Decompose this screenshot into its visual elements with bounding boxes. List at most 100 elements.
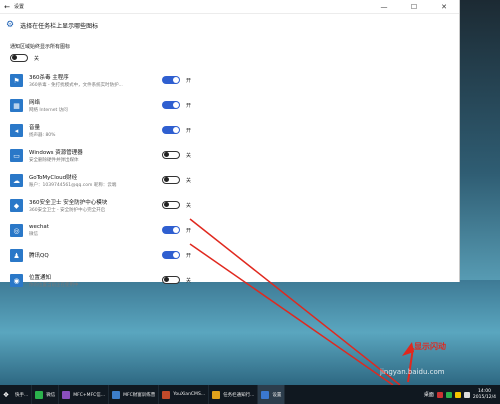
taskbar-left-item[interactable]: 快手... [12,385,33,404]
always-show-all-icons-toggle[interactable] [10,54,28,62]
taskbar-left-label: 快手... [15,392,29,398]
toggle-state-label: 关 [186,202,192,209]
taskbar-app-label: 微信 [46,392,56,398]
360-icon: ⚑ [10,74,23,87]
list-item: ◆ 360安全卫士 安全防护中心模块 360安全卫士 - 安全防护中心完全开启 … [10,193,240,218]
list-item: ☁ GoToMyCloud财经 账户：1039744561@qq.com 昵称：… [10,168,240,193]
app-description: 安全删除硬件并弹出媒体 [29,158,79,163]
always-show-all-icons-setting: 通知区域始终显示所有图标 关 [10,43,70,62]
taskbar-app-label: MFC财富训练营 [123,392,156,398]
gear-icon: ⚙ [6,20,15,30]
taskbar-app-button[interactable]: MFC+MFC信... [59,385,110,404]
app-description: 你的位置当前正在使用中 [29,283,79,288]
notification-icon-list: ⚑ 360杀毒 主程序 360杀毒 - 免打扰模式中，文件系统实时防护... 开… [10,68,240,293]
taskbar-app-icon [62,390,71,399]
taskbar-app-button[interactable]: 设置 [258,385,286,404]
taskbar-app-button[interactable]: 微信 [32,385,60,404]
toggle-state-label: 开 [186,77,192,84]
tray-360-icon[interactable] [436,391,443,398]
page-header: ⚙ 选择在任务栏上显示哪些图标 [0,14,459,36]
list-item: ◎ wechat 微信 开 [10,218,240,243]
tray-qq-icon[interactable] [454,391,461,398]
app-description: 账户：1039744561@qq.com 昵称：云端 [29,183,117,188]
desktop-label[interactable]: 桌面 [424,391,434,398]
app-name: GoToMyCloud财经 [29,175,78,181]
icon-visibility-toggle[interactable] [162,76,180,84]
toggle-state-label: 开 [186,102,192,109]
qq-icon: ♟ [10,249,23,262]
icon-visibility-toggle[interactable] [162,126,180,134]
wechat-icon: ◎ [10,224,23,237]
app-description: 360杀毒 - 免打扰模式中，文件系统实时防护... [29,83,123,88]
list-item: ⚑ 360杀毒 主程序 360杀毒 - 免打扰模式中，文件系统实时防护... 开 [10,68,240,93]
taskbar-app-icon [162,390,171,399]
toggle-state-label: 关 [34,55,40,62]
icon-visibility-toggle[interactable] [162,151,180,159]
toggle-state-label: 开 [186,127,192,134]
tray-wechat-icon[interactable] [445,391,452,398]
icon-visibility-toggle[interactable] [162,226,180,234]
taskbar-app-button[interactable]: YouXianCMS... [159,385,210,404]
clock-date: 2015/12/4 [472,394,496,400]
taskbar-app-label: YouXianCMS... [173,392,206,397]
usb-icon: ▭ [10,149,23,162]
cloud-icon: ☁ [10,174,23,187]
icon-visibility-toggle[interactable] [162,176,180,184]
toggle-state-label: 关 [186,277,192,284]
app-name: 360安全卫士 安全防护中心模块 [29,200,108,206]
annotation-text: 显示闪动 [414,342,446,351]
location-icon: ◉ [10,274,23,287]
taskbar-app-label: 任务栏通知行... [223,392,255,398]
list-item: ♟ 腾讯QQ 开 [10,243,240,268]
list-item: ◂ 音量 扬声器: 80% 开 [10,118,240,143]
list-item: ▭ Windows 资源管理器 安全删除硬件并弹出媒体 关 [10,143,240,168]
taskbar-app-icon [212,390,221,399]
app-description: 扬声器: 80% [29,133,56,138]
taskbar-app-button[interactable]: MFC财富训练营 [109,385,160,404]
toggle-state-label: 开 [186,252,192,259]
app-description: 微信 [29,232,38,237]
app-name: 音量 [29,125,41,131]
app-name: 网络 [29,100,41,106]
clock[interactable]: 14:00 2015/12/4 [473,389,496,401]
app-name: wechat [29,224,49,230]
minimize-button[interactable]: — [369,3,399,11]
shield-icon: ◆ [10,199,23,212]
toggle-state-label: 关 [186,152,192,159]
settings-window: ← 设置 — ☐ ✕ ⚙ 选择在任务栏上显示哪些图标 通知区域始终显示所有图标 … [0,0,460,288]
taskbar: ❖ 快手... 微信 MFC+MFC信... MFC财富训练营 YouXianCMS.… [0,385,500,404]
app-description: 网络 Internet 访问 [29,108,68,113]
watermark: jingyan.baidu.com [380,368,445,376]
app-name: 360杀毒 主程序 [29,75,69,81]
app-name: Windows 资源管理器 [29,150,83,156]
toggle-state-label: 开 [186,227,192,234]
volume-icon: ◂ [10,124,23,137]
app-name: 腾讯QQ [29,253,49,259]
taskbar-app-label: MFC+MFC信... [73,392,106,398]
app-description: 360安全卫士 - 安全防护中心完全开启 [29,208,106,213]
taskbar-app-icon [261,390,270,399]
taskbar-app-label: 设置 [272,392,282,398]
taskbar-app-button[interactable]: 任务栏通知行... [209,385,259,404]
icon-visibility-toggle[interactable] [162,276,180,284]
start-icon[interactable]: ❖ [0,385,12,404]
close-button[interactable]: ✕ [429,3,459,11]
tray-volume-icon[interactable] [463,391,470,398]
toggle-state-label: 关 [186,177,192,184]
page-title: 选择在任务栏上显示哪些图标 [20,22,99,30]
window-title: 设置 [14,4,25,10]
maximize-button[interactable]: ☐ [399,3,429,11]
app-name: 位置通知 [29,275,52,281]
list-item: ◉ 位置通知 你的位置当前正在使用中 关 [10,268,240,293]
taskbar-app-icon [35,390,44,399]
icon-visibility-toggle[interactable] [162,251,180,259]
back-icon[interactable]: ← [0,3,14,11]
titlebar: ← 设置 — ☐ ✕ [0,0,459,14]
always-show-all-icons-label: 通知区域始终显示所有图标 [10,44,71,50]
icon-visibility-toggle[interactable] [162,201,180,209]
icon-visibility-toggle[interactable] [162,101,180,109]
network-icon: ▦ [10,99,23,112]
system-tray: 桌面 14:00 2015/12/4 [424,385,500,404]
taskbar-app-icon [112,390,121,399]
list-item: ▦ 网络 网络 Internet 访问 开 [10,93,240,118]
